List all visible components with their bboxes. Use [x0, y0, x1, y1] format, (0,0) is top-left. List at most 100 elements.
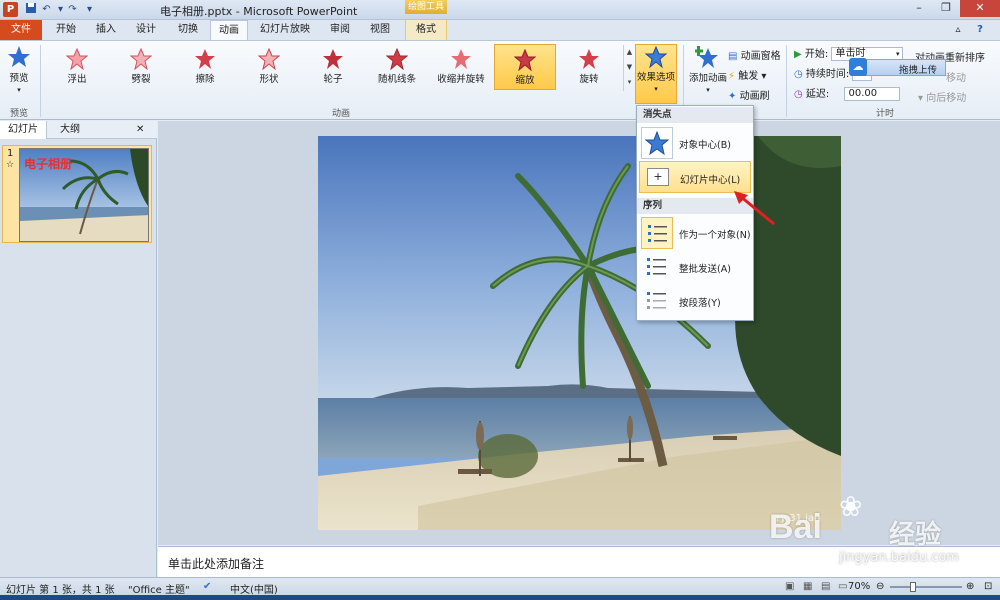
tab-slides[interactable]: 幻灯片: [0, 121, 47, 139]
add-animation-button[interactable]: 添加动画 ▾: [688, 44, 728, 95]
move-earlier-button[interactable]: 移动: [946, 69, 966, 84]
tab-slideshow[interactable]: 幻灯片放映: [252, 20, 318, 40]
animation-split[interactable]: 劈裂: [110, 44, 172, 90]
title-bar: P ↶ ▾ ↷ ▾ 电子相册.pptx - Microsoft PowerPoi…: [0, 0, 1000, 20]
slide-number: 1: [7, 148, 14, 159]
group-label-animations: 动画: [331, 109, 350, 119]
restore-button[interactable]: ❐: [933, 0, 959, 17]
contextual-tab-group-label: 绘图工具: [405, 0, 447, 14]
add-animation-icon: [695, 46, 718, 68]
thumb-title: 电子相册: [24, 157, 73, 171]
animation-wipe[interactable]: 擦除: [174, 44, 236, 90]
tab-transitions[interactable]: 切换: [168, 20, 208, 40]
move-later-button[interactable]: ▾ 向后移动: [918, 89, 966, 104]
effect-options-button[interactable]: 效果选项 ▾: [635, 44, 677, 104]
trigger-button[interactable]: ⚡ 触发 ▾: [728, 67, 766, 82]
zoom-slider-thumb[interactable]: [910, 582, 916, 592]
spelling-check-icon[interactable]: ✔: [203, 581, 211, 592]
slide-sorter-icon[interactable]: ▦: [803, 581, 812, 592]
animation-indicator-icon: ☆: [6, 160, 15, 170]
animation-shape[interactable]: 形状: [238, 44, 300, 90]
animation-random-bars[interactable]: 随机线条: [366, 44, 428, 90]
status-language[interactable]: 中文(中国): [230, 581, 278, 596]
status-bar: 幻灯片 第 1 张，共 1 张 "Office 主题" ✔ 中文(中国) ▣ ▦…: [0, 577, 1000, 596]
tab-file[interactable]: 文件: [0, 20, 42, 40]
animation-float-in[interactable]: 浮出: [46, 44, 108, 90]
ribbon-tab-bar: 文件 开始 插入 设计 切换 动画 幻灯片放映 审阅 视图 格式 ▵ ?: [0, 20, 1000, 40]
powerpoint-app-icon[interactable]: P: [3, 2, 18, 17]
group-divider: [786, 45, 787, 117]
window-title: 电子相册.pptx - Microsoft PowerPoint: [160, 5, 358, 18]
status-slide-info: 幻灯片 第 1 张，共 1 张: [6, 585, 115, 596]
gallery-more-icon[interactable]: ▾: [624, 75, 635, 90]
preview-button[interactable]: 预览 ▾: [4, 44, 34, 95]
slideshow-view-icon[interactable]: ▭: [838, 581, 847, 592]
animation-wheel[interactable]: 轮子: [302, 44, 364, 90]
slide-center-plus-icon: +: [642, 162, 674, 194]
tab-outline[interactable]: 大纲: [52, 121, 88, 139]
gallery-scroll-up-icon[interactable]: ▲: [624, 45, 635, 60]
duration-clock-icon: ◷: [794, 69, 803, 80]
tab-format[interactable]: 格式: [405, 20, 447, 40]
animation-painter-button[interactable]: ✦ 动画刷: [728, 87, 770, 102]
delay-row: ◷ 延迟: 00.00: [794, 85, 901, 101]
menu-item-slide-center[interactable]: + 幻灯片中心(L): [639, 161, 751, 193]
menu-item-object-center[interactable]: 对象中心(B): [639, 127, 751, 159]
tab-review[interactable]: 审阅: [322, 20, 358, 40]
animation-painter-icon: ✦: [728, 91, 737, 102]
animation-spin[interactable]: 旋转: [558, 44, 620, 90]
reading-view-icon[interactable]: ▤: [821, 581, 830, 592]
animation-pane-icon: ▤: [728, 51, 738, 62]
minimize-ribbon-icon[interactable]: ▵: [950, 20, 966, 40]
tab-design[interactable]: 设计: [128, 20, 164, 40]
close-pane-icon[interactable]: ✕: [136, 121, 144, 139]
group-divider: [40, 45, 41, 117]
zoom-slider[interactable]: [890, 582, 962, 592]
close-button[interactable]: ✕: [960, 0, 1000, 17]
zoom-in-icon[interactable]: ⊕: [966, 581, 974, 592]
watermark-url: jingyan.baidu.com: [839, 550, 959, 565]
object-center-star-icon: [641, 127, 673, 159]
notes-placeholder: 单击此处添加备注: [168, 557, 265, 571]
as-one-object-list-icon: [641, 217, 673, 249]
upload-cloud-icon: ☁: [849, 58, 867, 76]
tab-animations[interactable]: 动画: [210, 20, 248, 40]
minimize-button[interactable]: –: [906, 0, 932, 17]
redo-icon[interactable]: ↷: [65, 2, 80, 17]
tab-insert[interactable]: 插入: [88, 20, 124, 40]
gallery-scroll[interactable]: ▲ ▼ ▾: [623, 45, 635, 91]
menu-item-all-at-once[interactable]: 整批发送(A): [639, 251, 751, 283]
gallery-scroll-down-icon[interactable]: ▼: [624, 60, 635, 75]
start-play-icon: ▶: [794, 49, 802, 60]
pane-tabs: 幻灯片 大纲 ✕: [0, 121, 157, 139]
effect-options-star-icon: [644, 45, 668, 69]
animation-shrink-turn[interactable]: 收缩并旋转: [430, 44, 492, 90]
normal-view-icon[interactable]: ▣: [785, 581, 794, 592]
animation-zoom[interactable]: 缩放: [494, 44, 556, 90]
customize-qat-icon[interactable]: ▾: [82, 2, 97, 17]
save-icon[interactable]: [23, 2, 38, 17]
ribbon: 预览 ▾ 预览 浮出 劈裂 擦除 形状 轮子 随机线条 收缩并旋转 缩放 旋转 ▲…: [0, 40, 1000, 120]
zoom-out-icon[interactable]: ⊖: [876, 581, 884, 592]
menu-item-by-paragraph[interactable]: 按段落(Y): [639, 285, 751, 317]
status-theme[interactable]: "Office 主题": [128, 581, 190, 596]
watermark-suffix: 经验: [889, 520, 942, 550]
tab-view[interactable]: 视图: [362, 20, 398, 40]
fit-to-window-icon[interactable]: ⊡: [984, 581, 992, 592]
animation-pane-button[interactable]: ▤ 动画窗格: [728, 47, 781, 62]
by-paragraph-list-icon: [641, 285, 673, 317]
drag-upload-tooltip[interactable]: ☁ 拖拽上传: [849, 58, 946, 76]
help-icon[interactable]: ?: [970, 20, 990, 40]
delay-input[interactable]: 00.00: [844, 87, 901, 101]
zoom-level[interactable]: 70%: [848, 581, 870, 592]
slide-thumbnail-selected[interactable]: 1 ☆ 电子相册: [2, 145, 152, 243]
preview-label: 预览: [9, 73, 29, 84]
red-pointer-arrow: [734, 191, 775, 226]
trigger-lightning-icon: ⚡: [728, 71, 736, 82]
slide-thumbnail-image: 电子相册: [19, 148, 149, 242]
slide-editing-area: ry 31 ian: [158, 121, 1000, 545]
tab-home[interactable]: 开始: [48, 20, 84, 40]
undo-icon[interactable]: ↶: [39, 2, 54, 17]
baidu-watermark: ❀ Bai 经验 jingyan.baidu.com: [755, 488, 995, 570]
watermark-brand: Bai: [769, 508, 822, 546]
